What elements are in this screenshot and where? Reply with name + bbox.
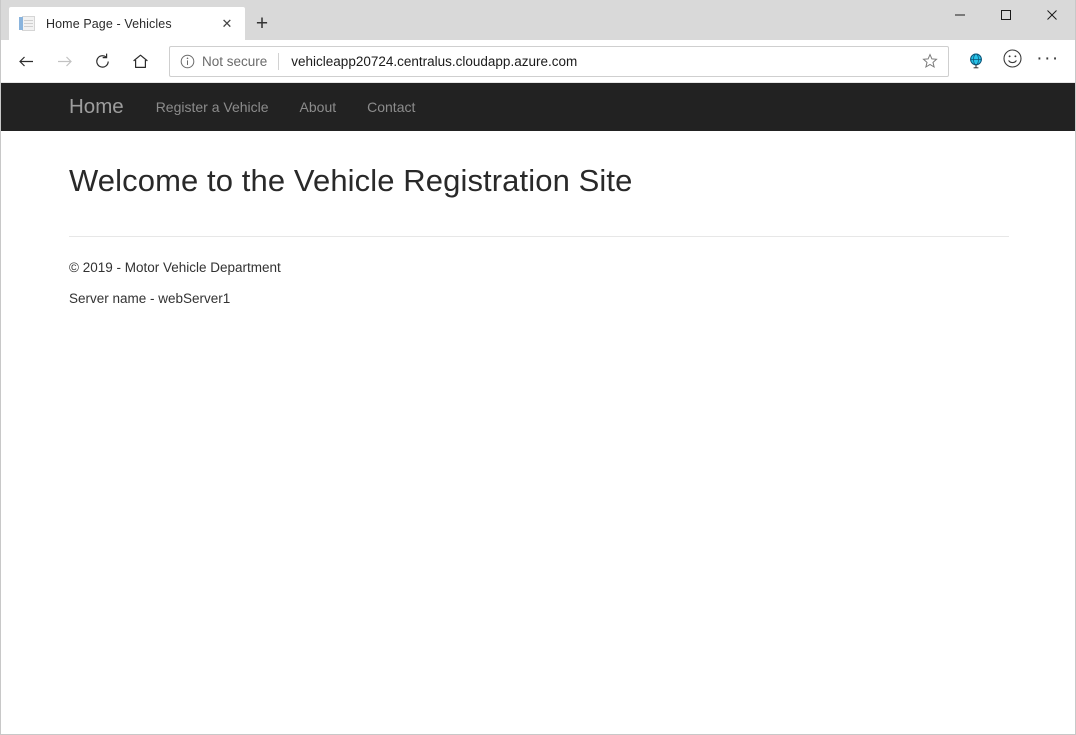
close-button[interactable] [1029,0,1075,30]
tab-strip: Home Page - Vehicles ✕ + [1,0,937,40]
globe-icon [963,48,989,74]
footer-copyright: © 2019 - Motor Vehicle Department [69,237,1007,275]
minimize-button[interactable] [937,0,983,30]
settings-more-button[interactable]: ··· [1031,44,1065,78]
document-icon [19,15,36,32]
tab-close-icon[interactable]: ✕ [215,12,239,36]
forward-button [45,42,83,80]
ellipsis-icon: ··· [1036,49,1059,74]
feedback-button[interactable] [995,44,1029,78]
tab-title: Home Page - Vehicles [46,17,215,31]
page-content: Welcome to the Vehicle Registration Site… [1,131,1075,306]
nav-brand-home[interactable]: Home [69,95,124,119]
browser-tab[interactable]: Home Page - Vehicles ✕ [9,7,245,40]
back-button[interactable] [7,42,45,80]
title-bar: Home Page - Vehicles ✕ + [1,0,1075,40]
page-viewport: Home Register a Vehicle About Contact We… [1,83,1075,733]
browser-window: Home Page - Vehicles ✕ + [0,0,1076,735]
security-text: Not secure [202,54,267,69]
nav-link-register-a-vehicle[interactable]: Register a Vehicle [156,99,269,115]
nav-link-contact[interactable]: Contact [367,99,415,115]
page-title: Welcome to the Vehicle Registration Site [69,131,1007,199]
smiley-icon [1002,48,1023,74]
star-icon[interactable] [916,47,944,75]
address-bar[interactable]: Not secure vehicleapp20724.centralus.clo… [169,46,949,77]
site-navbar: Home Register a Vehicle About Contact [1,83,1075,131]
refresh-button[interactable] [83,42,121,80]
url-text[interactable]: vehicleapp20724.centralus.cloudapp.azure… [291,54,916,69]
window-controls [937,0,1075,40]
nav-links: Register a Vehicle About Contact [156,99,447,115]
browser-toolbar: Not secure vehicleapp20724.centralus.clo… [1,40,1075,83]
info-circle-icon [180,54,195,69]
footer-server-name: Server name - webServer1 [69,275,1007,306]
maximize-button[interactable] [983,0,1029,30]
address-separator [278,53,279,70]
security-indicator[interactable]: Not secure [180,54,267,69]
web-notes-button[interactable] [959,44,993,78]
new-tab-button[interactable]: + [245,7,279,40]
nav-link-about[interactable]: About [300,99,337,115]
home-button[interactable] [121,42,159,80]
